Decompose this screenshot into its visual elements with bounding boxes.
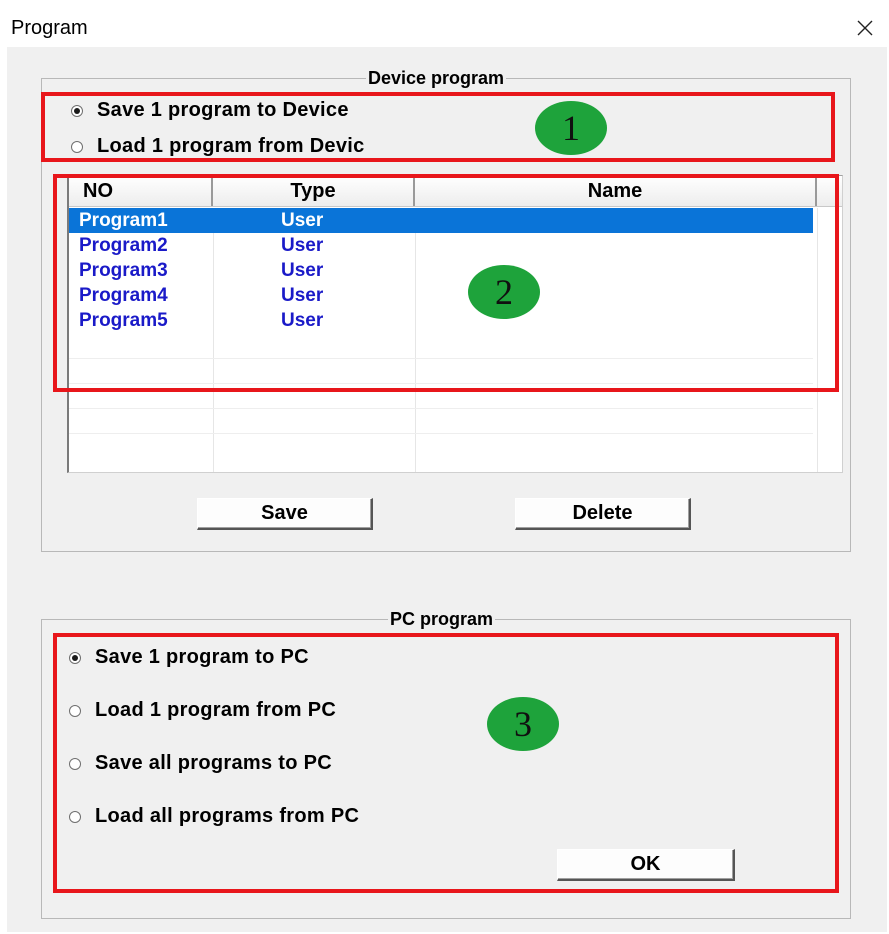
save-button-label: Save — [261, 502, 308, 524]
radio-load-one-from-pc-indicator[interactable] — [69, 704, 81, 717]
ok-button[interactable]: OK — [557, 849, 735, 881]
close-icon — [857, 20, 873, 36]
program-list-header: NO Type Name — [69, 176, 842, 207]
radio-save-to-device-indicator[interactable] — [71, 104, 83, 117]
program-list-rows: Program1 User Program2 User Program3 Use… — [69, 208, 842, 333]
marker-1-label: 1 — [562, 108, 580, 148]
radio-load-all-from-pc[interactable]: Load all programs from PC — [69, 805, 359, 828]
radio-save-to-device-label: Save 1 program to Device — [97, 99, 349, 121]
grid-line — [69, 433, 813, 434]
column-header-name-label: Name — [587, 180, 643, 202]
radio-load-from-device-label: Load 1 program from Devic — [97, 135, 365, 157]
save-button[interactable]: Save — [197, 498, 373, 530]
ok-button-label: OK — [630, 853, 661, 875]
pc-program-legend: PC program — [388, 608, 496, 630]
column-header-name[interactable]: Name — [415, 176, 817, 206]
radio-load-all-from-pc-indicator[interactable] — [69, 810, 81, 823]
radio-save-all-to-pc-indicator[interactable] — [69, 757, 81, 770]
title-bar: Program — [7, 7, 887, 47]
row-type: User — [281, 310, 324, 331]
table-row[interactable]: Program4 User — [69, 283, 813, 308]
grid-line — [69, 408, 813, 409]
marker-1: 1 — [535, 101, 607, 155]
row-no: Program1 — [79, 210, 168, 231]
table-row[interactable]: Program5 User — [69, 308, 813, 333]
radio-load-one-from-pc[interactable]: Load 1 program from PC — [69, 699, 336, 722]
delete-button[interactable]: Delete — [515, 498, 691, 530]
table-row[interactable]: Program3 User — [69, 258, 813, 283]
program-list[interactable]: NO Type Name Program1 User Program2 User — [67, 175, 843, 473]
row-no: Program4 — [79, 285, 168, 306]
radio-load-one-from-pc-label: Load 1 program from PC — [95, 699, 337, 721]
marker-2-label: 2 — [495, 272, 513, 312]
marker-2: 2 — [468, 265, 540, 319]
radio-load-all-from-pc-label: Load all programs from PC — [95, 805, 360, 827]
marker-3-label: 3 — [514, 704, 532, 744]
radio-save-all-to-pc-label: Save all programs to PC — [95, 752, 332, 774]
grid-line — [69, 358, 813, 359]
row-no: Program5 — [79, 310, 168, 331]
table-row[interactable]: Program1 User — [69, 208, 813, 233]
close-button[interactable] — [847, 11, 883, 45]
row-type: User — [281, 235, 324, 256]
grid-line — [69, 383, 813, 384]
marker-3: 3 — [487, 697, 559, 751]
row-no: Program2 — [79, 235, 168, 256]
radio-save-one-to-pc[interactable]: Save 1 program to PC — [69, 646, 309, 669]
row-type: User — [281, 260, 324, 281]
column-header-type[interactable]: Type — [213, 176, 415, 206]
window-title: Program — [11, 17, 88, 39]
column-header-no-label: NO — [83, 180, 113, 202]
radio-load-from-device[interactable]: Load 1 program from Devic — [71, 135, 365, 158]
radio-save-to-device[interactable]: Save 1 program to Device — [71, 99, 349, 122]
radio-save-all-to-pc[interactable]: Save all programs to PC — [69, 752, 332, 775]
radio-save-one-to-pc-label: Save 1 program to PC — [95, 646, 309, 668]
column-header-no[interactable]: NO — [69, 176, 213, 206]
row-type: User — [281, 210, 324, 231]
program-dialog: Program Device program Save 1 program to… — [7, 7, 887, 932]
row-type: User — [281, 285, 324, 306]
radio-save-one-to-pc-indicator[interactable] — [69, 651, 81, 664]
column-header-type-label: Type — [290, 180, 336, 202]
device-program-legend: Device program — [366, 67, 507, 89]
delete-button-label: Delete — [572, 502, 633, 524]
table-row[interactable]: Program2 User — [69, 233, 813, 258]
row-no: Program3 — [79, 260, 168, 281]
radio-load-from-device-indicator[interactable] — [71, 140, 83, 153]
